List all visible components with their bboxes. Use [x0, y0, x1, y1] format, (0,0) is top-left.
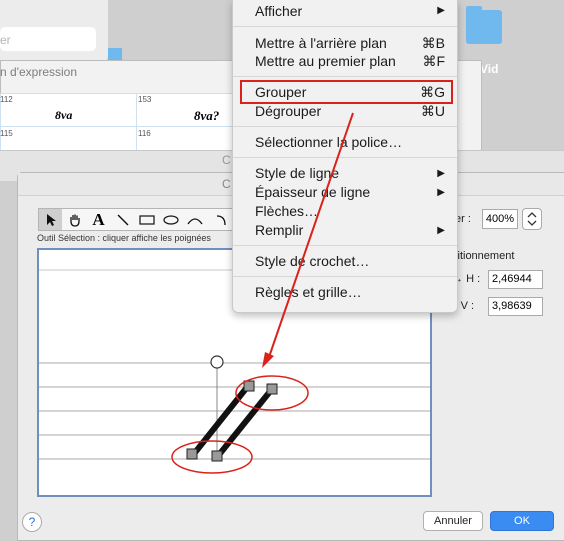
- arc-icon[interactable]: [183, 209, 206, 230]
- menu-shortcut: ⌘B: [421, 35, 445, 51]
- menu-shortcut: ⌘F: [422, 53, 445, 69]
- menu-separator: [233, 276, 457, 277]
- select-arrow-icon[interactable]: [39, 209, 62, 230]
- selection-handle: [266, 383, 278, 395]
- selection-handle: [186, 448, 198, 460]
- menu-separator: [233, 126, 457, 127]
- menu-item-send-back[interactable]: Mettre à l'arrière plan: [255, 35, 387, 51]
- h-position-field[interactable]: 2,46944: [488, 270, 543, 289]
- submenu-arrow-icon: ▶: [437, 225, 445, 236]
- submenu-arrow-icon: ▶: [437, 168, 445, 179]
- menu-shortcut: ⌘U: [420, 103, 445, 119]
- tool-hint: Outil Sélection : cliquer affiche les po…: [37, 233, 211, 243]
- bracket-icon[interactable]: [207, 209, 234, 230]
- folder-icon[interactable]: [466, 10, 502, 44]
- drawn-line: [215, 387, 275, 458]
- palette-title: n d'expression: [0, 65, 78, 79]
- submenu-arrow-icon: ▶: [437, 187, 445, 198]
- menu-item-bring-front[interactable]: Mettre au premier plan: [255, 53, 396, 69]
- origin-handle: [210, 355, 224, 369]
- position-title: sitionnement: [452, 250, 515, 262]
- ottava-symbol[interactable]: 8va: [55, 108, 72, 123]
- search-placeholder: er: [0, 33, 11, 47]
- palette-divider: [0, 126, 232, 127]
- text-icon[interactable]: A: [87, 209, 110, 230]
- ellipse-icon[interactable]: [159, 209, 182, 230]
- palette-cell-number: 112: [0, 95, 13, 104]
- menu-item-select-font[interactable]: Sélectionner la police…: [255, 134, 402, 150]
- zoom-field[interactable]: 400%: [482, 209, 518, 229]
- cancel-button[interactable]: Annuler: [423, 511, 483, 531]
- zoom-stepper[interactable]: [522, 208, 542, 230]
- chevron-updown-icon: [527, 212, 537, 226]
- context-menu: Afficher ▶ Mettre à l'arrière plan ⌘B Me…: [232, 0, 458, 313]
- ottava-symbol[interactable]: 8va?: [194, 108, 219, 124]
- drawing-toolbar: A: [38, 208, 236, 231]
- menu-item-rulers-grid[interactable]: Règles et grille…: [255, 284, 362, 300]
- menu-separator: [233, 26, 457, 27]
- palette-divider: [136, 93, 137, 151]
- ok-button[interactable]: OK: [490, 511, 554, 531]
- selection-handle: [243, 380, 255, 392]
- drawn-line: [190, 384, 251, 457]
- menu-item-line-thickness[interactable]: Épaisseur de ligne: [255, 184, 370, 200]
- palette-cell-number: 153: [138, 95, 152, 104]
- submenu-arrow-icon: ▶: [437, 5, 445, 16]
- help-button[interactable]: ?: [22, 512, 42, 532]
- menu-separator: [233, 157, 457, 158]
- selection-handle: [211, 450, 223, 462]
- folder-label: Vid: [480, 62, 499, 76]
- line-icon[interactable]: [111, 209, 134, 230]
- background-window-title: C: [222, 153, 231, 167]
- menu-item-afficher[interactable]: Afficher: [255, 3, 302, 19]
- palette-cell-number: 115: [0, 129, 13, 138]
- rectangle-icon[interactable]: [135, 209, 158, 230]
- annotation-highlight-box: [240, 80, 453, 104]
- menu-separator: [233, 76, 457, 77]
- menu-separator: [233, 245, 457, 246]
- hand-icon[interactable]: [63, 209, 86, 230]
- menu-item-line-style[interactable]: Style de ligne: [255, 165, 339, 181]
- menu-item-bracket-style[interactable]: Style de crochet…: [255, 253, 369, 269]
- menu-item-ungroup[interactable]: Dégrouper: [255, 103, 321, 119]
- v-position-field[interactable]: 3,98639: [488, 297, 543, 316]
- background-search-field[interactable]: [0, 27, 96, 51]
- dialog-title: C: [222, 177, 231, 191]
- menu-item-fill[interactable]: Remplir: [255, 222, 303, 238]
- palette-cell-number: 116: [138, 129, 151, 138]
- menu-item-arrows[interactable]: Flèches…: [255, 203, 318, 219]
